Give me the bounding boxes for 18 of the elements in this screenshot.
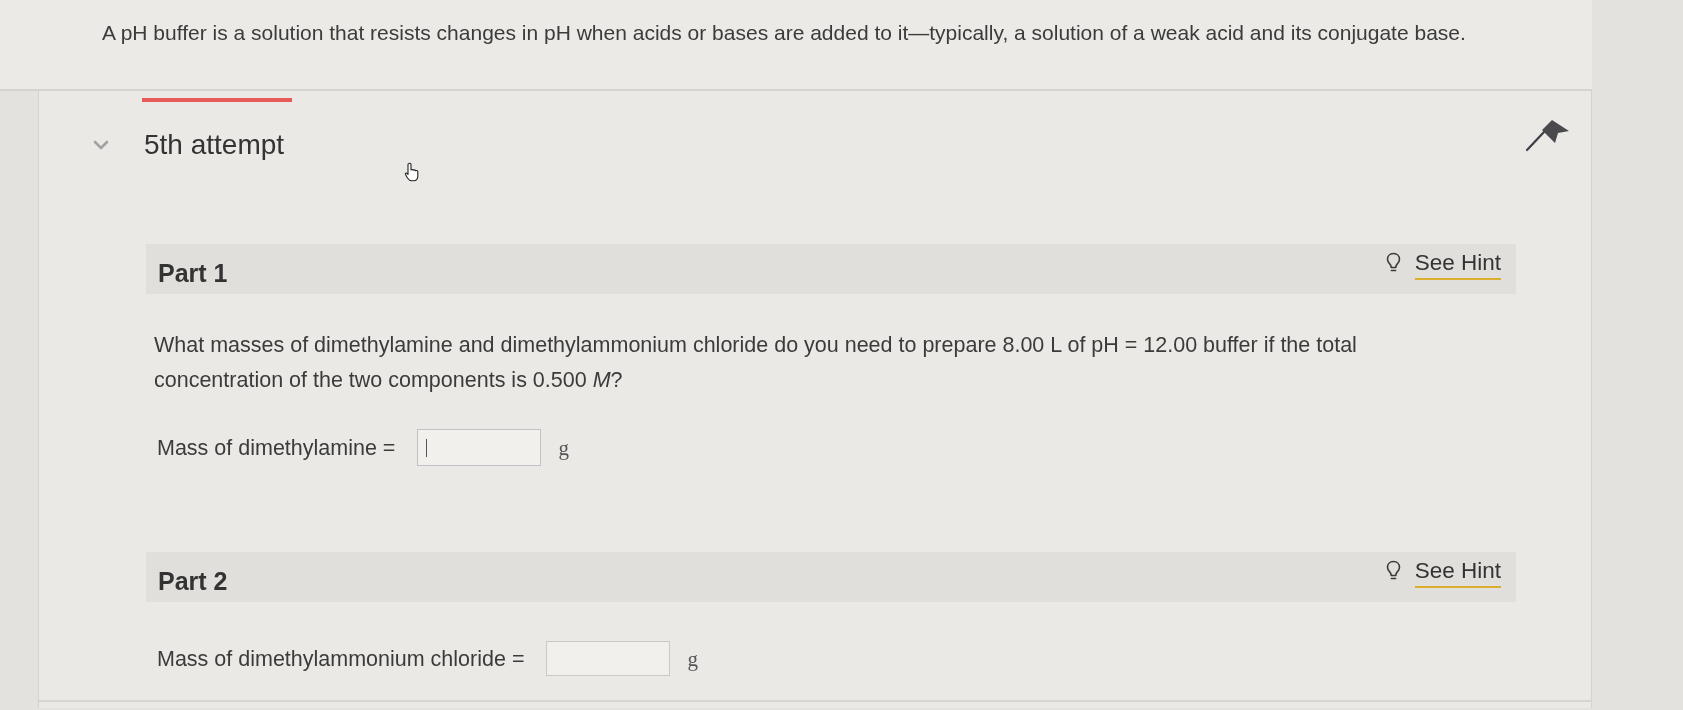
answer-input-field[interactable] xyxy=(546,641,671,676)
part-title: Part 1 xyxy=(158,258,228,288)
pointer-cursor-icon xyxy=(404,162,420,182)
part-title: Part 2 xyxy=(158,566,228,596)
see-hint-link[interactable]: See Hint xyxy=(1414,248,1501,280)
answer-input-field[interactable] xyxy=(417,429,542,466)
unit-label: g xyxy=(687,646,698,671)
lightbulb-icon xyxy=(1385,251,1401,273)
question-text: What masses of dimethylamine and dimethylammonium chloride do you need to prepare 8.00 L of pH = 12.00 buffer if the total concentration of the two components is 0.500 M? xyxy=(154,332,1358,394)
lightbulb-icon xyxy=(1385,559,1401,581)
intro-text: A pH buffer is a solution that resists changes in pH when acids or bases are added to it—typically, a solution of a weak acid and its conjugate base. xyxy=(102,20,1466,46)
answer-label: Mass of dimethylammonium chloride = xyxy=(157,645,525,672)
chevron-down-icon[interactable] xyxy=(93,140,109,150)
unit-label: g xyxy=(558,435,569,460)
attempt-heading[interactable]: 5th attempt xyxy=(144,129,285,161)
answer-label: Mass of dimethylamine = xyxy=(157,434,396,461)
flag-icon[interactable] xyxy=(1525,118,1571,152)
see-hint-link[interactable]: See Hint xyxy=(1414,556,1501,588)
